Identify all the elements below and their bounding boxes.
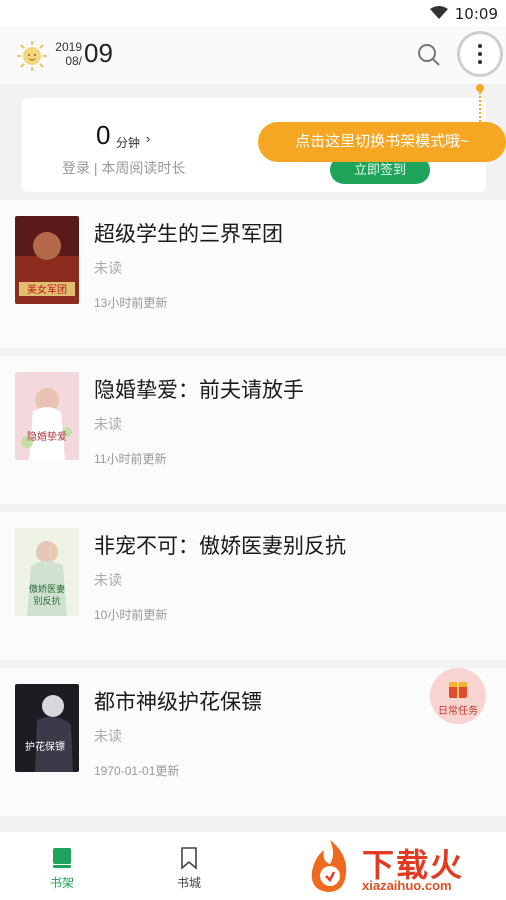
flame-logo-icon [311, 840, 347, 892]
status-bar: 10:09 [0, 0, 506, 26]
book-cover: 隐婚挚爱 [15, 372, 79, 460]
tab-bookstore[interactable]: 书城 [149, 832, 229, 900]
more-dots-icon [478, 44, 482, 48]
svg-text:隐婚挚爱: 隐婚挚爱 [27, 430, 67, 443]
tab-bookstore-label: 书城 [176, 876, 201, 890]
book-item[interactable]: 隐婚挚爱 隐婚挚爱：前夫请放手 未读 11小时前更新 [0, 356, 506, 504]
bookshelf-screen: 2019 08/ 09 0 分钟 › 登录 | 本周阅读时长 立即签到 点击这里… [0, 26, 506, 832]
reading-minutes-unit: 分钟 [116, 136, 141, 150]
daily-task-label: 日常任务 [438, 706, 478, 717]
book-update-time: 11小时前更新 [94, 452, 167, 466]
header: 2019 08/ 09 [0, 26, 506, 84]
date-year-month: 2019 08/ [54, 40, 82, 68]
gift-icon [449, 682, 467, 698]
book-update-time: 13小时前更新 [94, 296, 168, 310]
svg-text:傲娇医妻: 傲娇医妻 [29, 583, 65, 595]
more-dot [478, 60, 482, 64]
sun-weather-icon[interactable] [16, 40, 48, 72]
book-read-status: 未读 [94, 572, 122, 588]
tab-bookshelf[interactable]: 书架 [22, 832, 102, 900]
more-dot [478, 52, 482, 56]
book-read-status: 未读 [94, 416, 122, 432]
book-update-time: 10小时前更新 [94, 608, 168, 622]
tab-bookshelf-label: 书架 [49, 876, 74, 890]
date-month: 08/ [65, 54, 82, 68]
svg-text:护花保镖: 护花保镖 [25, 740, 65, 753]
book-update-time: 1970-01-01更新 [94, 764, 180, 778]
shelf-mode-tooltip[interactable]: 点击这里切换书架模式哦~ [258, 122, 506, 162]
book-title: 隐婚挚爱：前夫请放手 [94, 379, 304, 402]
watermark-logo: 下载火 xiazaihuo.com [300, 836, 506, 898]
more-options-button[interactable] [460, 34, 500, 74]
book-item[interactable]: 美女军团 超级学生的三界军团 未读 13小时前更新 [0, 200, 506, 348]
book-title: 非宠不可：傲娇医妻别反抗 [94, 535, 346, 558]
bookmark-icon [181, 847, 197, 870]
book-read-status: 未读 [94, 260, 122, 276]
book-read-status: 未读 [94, 728, 122, 744]
book-item[interactable]: 傲娇医妻 别反抗 非宠不可：傲娇医妻别反抗 未读 10小时前更新 [0, 512, 506, 660]
reading-stats-subtitle[interactable]: 登录 | 本周阅读时长 [62, 158, 185, 178]
search-icon[interactable] [416, 42, 442, 68]
book-cover: 护花保镖 [15, 684, 79, 772]
bookshelf-icon [53, 848, 71, 868]
wifi-icon [430, 6, 448, 19]
book-title: 超级学生的三界军团 [94, 223, 283, 246]
daily-task-button[interactable]: 日常任务 [430, 668, 486, 724]
svg-text:别反抗: 别反抗 [33, 595, 60, 607]
reading-minutes: 0 [96, 120, 111, 150]
book-cover: 傲娇医妻 别反抗 [15, 528, 79, 616]
chevron-right-icon: › [146, 131, 151, 146]
svg-text:美女军团: 美女军团 [27, 283, 67, 296]
book-cover: 美女军团 [15, 216, 79, 304]
book-title: 都市神级护花保镖 [94, 691, 262, 714]
watermark-url: xiazaihuo.com [362, 878, 452, 893]
clock: 10:09 [454, 5, 498, 23]
date-year: 2019 [55, 40, 82, 54]
tooltip-pointer-line [479, 88, 481, 122]
date-day: 09 [84, 38, 113, 68]
